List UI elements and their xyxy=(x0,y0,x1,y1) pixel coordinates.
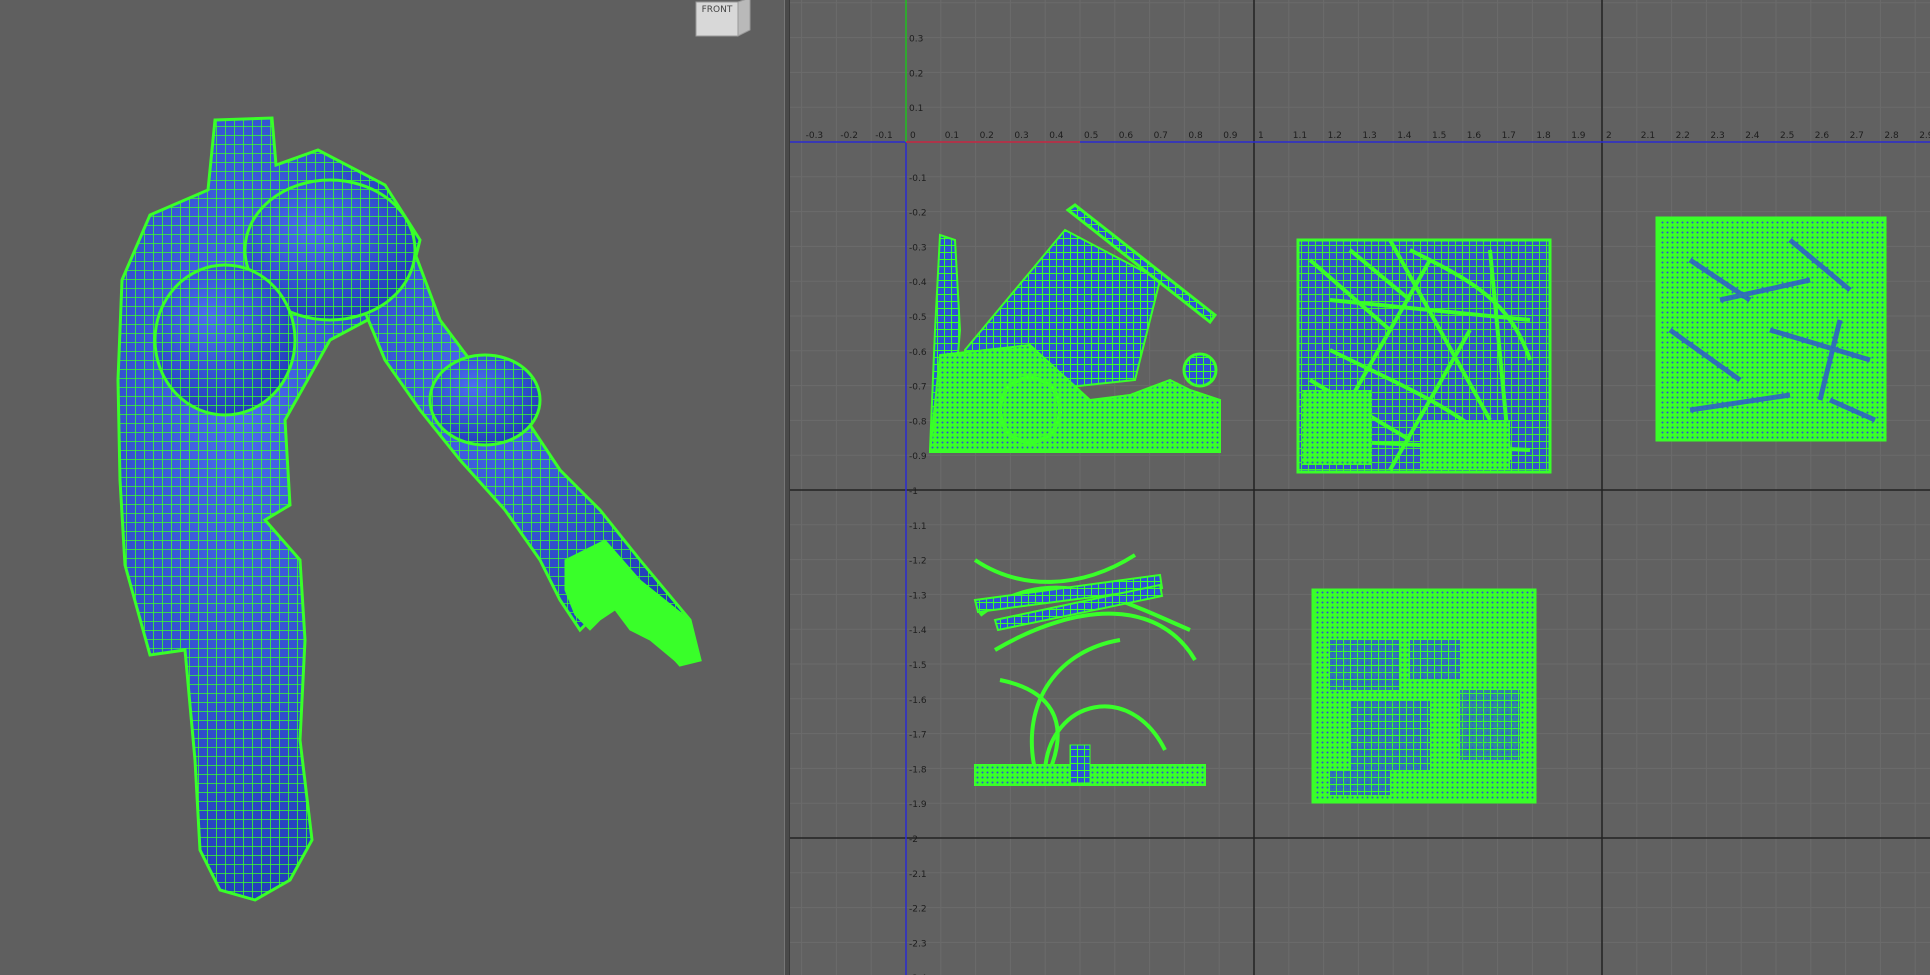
u-axis-tick-label: 0.4 xyxy=(1049,131,1064,141)
v-axis-tick-label: 0.1 xyxy=(909,104,923,114)
v-axis-tick-label: -0.2 xyxy=(909,209,927,219)
v-axis-tick-label: -2.3 xyxy=(909,939,927,949)
v-axis-tick-label: -1.2 xyxy=(909,557,927,567)
u-axis-tick-label: 1.3 xyxy=(1362,131,1376,141)
uv-editor-viewport[interactable]: -0.3 -0.2 -0.1 0 0.1 0.2 0.3 0.4 0.5 0.6 0.7 0.8 0.9… xyxy=(790,0,1930,975)
u-axis-tick-label: 2.8 xyxy=(1884,131,1899,141)
u-axis-tick-label: 1.7 xyxy=(1502,131,1516,141)
v-axis-tick-label: -0.9 xyxy=(909,452,927,462)
viewport-3d[interactable]: FRONT xyxy=(0,0,784,975)
uv-grid-canvas: -0.3 -0.2 -0.1 0 0.1 0.2 0.3 0.4 0.5 0.6 0.7 0.8 0.9… xyxy=(790,0,1930,975)
v-axis-tick-label: -0.4 xyxy=(909,278,927,288)
uv-island-group-tile-2[interactable] xyxy=(1296,238,1552,474)
u-axis-tick-label: 0.7 xyxy=(1154,131,1168,141)
u-axis-tick-label: 1.9 xyxy=(1571,131,1586,141)
u-axis-tick-label: 2.3 xyxy=(1710,131,1724,141)
u-axis-tick-label: 0.1 xyxy=(945,131,959,141)
v-axis-tick-label: -2.2 xyxy=(909,905,927,915)
u-axis-tick-label: -0.3 xyxy=(806,131,824,141)
v-axis-tick-label: 0.2 xyxy=(909,69,923,79)
u-axis-tick-label: 0.9 xyxy=(1223,131,1238,141)
v-axis-tick-label: -1.4 xyxy=(909,626,927,636)
u-axis-tick-label: 0.8 xyxy=(1188,131,1203,141)
u-axis-tick-label: 2.4 xyxy=(1745,131,1760,141)
v-axis-tick-label: -0.5 xyxy=(909,313,927,323)
u-axis-tick-label: 0.6 xyxy=(1119,131,1134,141)
u-axis-tick-label: 2.6 xyxy=(1815,131,1830,141)
v-axis-tick-label: -1 xyxy=(909,487,918,497)
u-axis-tick-label: 0.5 xyxy=(1084,131,1098,141)
u-axis-tick-label: -0.1 xyxy=(875,131,893,141)
v-axis-tick-label: -0.1 xyxy=(909,174,927,184)
u-axis-tick-label: 1 xyxy=(1258,131,1264,141)
v-axis-tick-label: -0.7 xyxy=(909,383,927,393)
uv-axis-ticks: -0.3 -0.2 -0.1 0 0.1 0.2 0.3 0.4 0.5 0.6 0.7 0.8 0.9… xyxy=(806,35,1930,975)
u-axis-tick-label: 1.6 xyxy=(1467,131,1482,141)
u-axis-tick-label: 2.5 xyxy=(1780,131,1794,141)
u-axis-tick-label: 1.4 xyxy=(1397,131,1412,141)
uv-island-group-tile-11[interactable] xyxy=(973,553,1206,786)
u-axis-tick-label: 2 xyxy=(1606,131,1612,141)
v-axis-tick-label: -1.6 xyxy=(909,696,927,706)
view-cube-front-label: FRONT xyxy=(702,5,733,15)
v-axis-tick-label: -1.1 xyxy=(909,522,927,532)
v-axis-tick-label: -2 xyxy=(909,835,918,845)
v-axis-tick-label: -1.8 xyxy=(909,765,927,775)
u-axis-tick-label: 2.7 xyxy=(1850,131,1864,141)
v-axis-tick-label: -1.9 xyxy=(909,800,927,810)
v-axis-tick-label: -0.6 xyxy=(909,348,927,358)
u-axis-tick-label: 0.2 xyxy=(980,131,994,141)
uv-grid-lines xyxy=(790,0,1930,975)
uv-island-group-tile-12[interactable] xyxy=(1311,588,1537,804)
uv-island-group-tile-3[interactable] xyxy=(1655,216,1887,442)
v-axis-tick-label: -0.3 xyxy=(909,243,927,253)
u-axis-tick-label: 1.1 xyxy=(1293,131,1307,141)
v-axis-tick-label: 0.3 xyxy=(909,35,923,45)
view-cube[interactable]: FRONT xyxy=(694,0,754,38)
u-axis-tick-label: -0.2 xyxy=(840,131,858,141)
v-axis-tick-label: -0.8 xyxy=(909,417,927,427)
v-axis-tick-label: -1.5 xyxy=(909,661,927,671)
v-axis-tick-label: -1.7 xyxy=(909,731,927,741)
u-axis-tick-label: 1.2 xyxy=(1328,131,1342,141)
u-axis-tick-label: 2.2 xyxy=(1676,131,1690,141)
uv-island-group-tile-1[interactable] xyxy=(928,203,1221,453)
v-axis-tick-label: -2.1 xyxy=(909,870,927,880)
u-axis-tick-label: 0 xyxy=(910,131,916,141)
u-axis-tick-label: 2.1 xyxy=(1641,131,1655,141)
u-axis-tick-label: 1.8 xyxy=(1536,131,1551,141)
v-axis-tick-label: -1.3 xyxy=(909,591,927,601)
u-axis-tick-label: 0.3 xyxy=(1014,131,1028,141)
character-mesh[interactable] xyxy=(0,0,784,975)
u-axis-tick-label: 1.5 xyxy=(1432,131,1446,141)
u-axis-tick-label: 2.9 xyxy=(1919,131,1930,141)
